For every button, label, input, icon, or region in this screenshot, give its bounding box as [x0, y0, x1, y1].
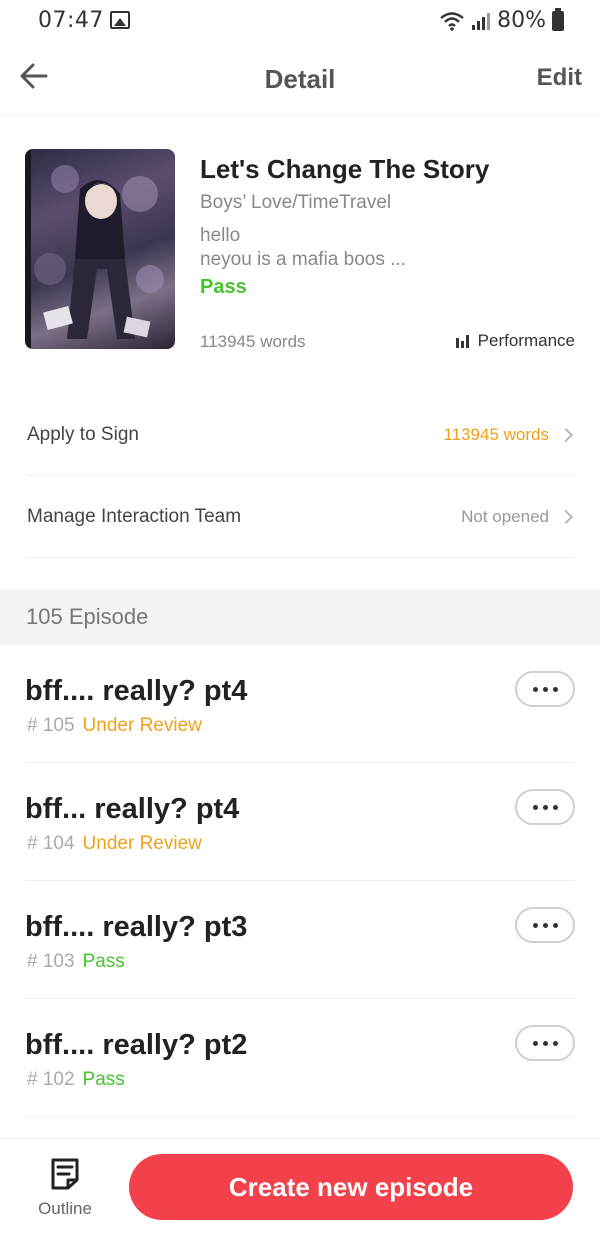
manage-interaction-team-value: Not opened	[461, 506, 549, 526]
create-new-episode-button[interactable]: Create new episode	[129, 1154, 573, 1220]
episode-item[interactable]: bff.... really? pt2 # 102 Pass	[25, 999, 575, 1117]
image-notification-icon	[110, 11, 130, 29]
book-cover[interactable]	[25, 149, 175, 349]
battery-icon	[552, 7, 564, 31]
apply-to-sign-row[interactable]: Apply to Sign 113945 words	[27, 394, 575, 476]
more-options-button[interactable]	[515, 907, 575, 943]
episodes-header: 105 Episode	[0, 590, 600, 645]
book-genre: Boys’ Love/TimeTravel	[200, 192, 392, 213]
book-word-count: 113945 words	[200, 332, 306, 351]
cover-art-image	[25, 149, 164, 349]
episode-number: # 105	[27, 715, 75, 736]
episode-meta: # 103 Pass	[27, 951, 125, 973]
more-options-button[interactable]	[515, 789, 575, 825]
signal-icon	[472, 12, 491, 30]
more-dots-icon	[532, 922, 538, 928]
book-info: Let's Change The Story Boys’ Love/TimeTr…	[0, 116, 600, 376]
more-options-button[interactable]	[515, 671, 575, 707]
episodes-count: 105 Episode	[26, 604, 149, 629]
bar-chart-icon	[455, 334, 469, 348]
episode-item[interactable]: bff.... really? pt4 # 105 Under Review	[25, 645, 575, 763]
row-right: Not opened	[461, 507, 575, 527]
episode-status: Under Review	[82, 833, 202, 854]
outline-label: Outline	[38, 1199, 92, 1218]
book-title: Let's Change The Story	[200, 154, 490, 184]
page-title: Detail	[264, 64, 336, 94]
episode-title: bff.... really? pt2	[25, 1029, 248, 1061]
description-line: neyou is a mafia boos ...	[200, 249, 406, 270]
more-dots-icon	[532, 686, 538, 692]
status-right: 80%	[439, 7, 564, 33]
more-dots-icon	[532, 804, 538, 810]
edit-button[interactable]: Edit	[537, 64, 582, 92]
more-dots-icon	[552, 922, 558, 928]
episode-status: Pass	[82, 1069, 125, 1090]
performance-button[interactable]: Performance	[455, 331, 575, 351]
episode-title: bff.... really? pt3	[25, 911, 248, 943]
book-status-badge: Pass	[200, 276, 247, 298]
more-dots-icon	[542, 686, 548, 692]
battery-text: 80%	[497, 8, 546, 33]
performance-label: Performance	[477, 331, 575, 350]
book-description: hello neyou is a mafia boos ...	[200, 224, 430, 272]
more-dots-icon	[532, 1040, 538, 1046]
episode-meta: # 102 Pass	[27, 1069, 125, 1091]
header: Detail Edit	[0, 42, 600, 116]
more-dots-icon	[552, 1040, 558, 1046]
more-dots-icon	[552, 804, 558, 810]
episode-status: Under Review	[82, 715, 202, 736]
more-dots-icon	[542, 922, 548, 928]
chevron-right-icon	[558, 427, 574, 442]
manage-interaction-team-label: Manage Interaction Team	[27, 505, 242, 527]
description-line: hello	[200, 225, 241, 246]
bottom-bar: Outline Create new episode	[0, 1138, 600, 1233]
episode-meta: # 104 Under Review	[27, 833, 202, 855]
chevron-right-icon	[558, 509, 574, 524]
episode-item[interactable]: bff... really? pt4 # 104 Under Review	[25, 763, 575, 881]
episode-number: # 102	[27, 1069, 75, 1090]
episode-status: Pass	[82, 951, 125, 972]
apply-to-sign-label: Apply to Sign	[27, 423, 139, 445]
more-dots-icon	[542, 1040, 548, 1046]
episode-number: # 103	[27, 951, 75, 972]
wifi-icon	[440, 11, 464, 31]
episode-title: bff.... really? pt4	[25, 675, 248, 707]
outline-button[interactable]: Outline	[30, 1157, 100, 1227]
episode-item[interactable]: bff.... really? pt3 # 103 Pass	[25, 881, 575, 999]
status-bar: 07:47 80%	[0, 0, 600, 42]
episode-meta: # 105 Under Review	[27, 715, 202, 737]
apply-to-sign-value: 113945 words	[443, 424, 549, 444]
row-right: 113945 words	[443, 425, 575, 445]
more-dots-icon	[552, 686, 558, 692]
status-time: 07:47	[38, 8, 104, 33]
episode-number: # 104	[27, 833, 75, 854]
outline-icon	[51, 1158, 79, 1190]
more-dots-icon	[542, 804, 548, 810]
episode-title: bff... really? pt4	[25, 793, 240, 825]
more-options-button[interactable]	[515, 1025, 575, 1061]
manage-interaction-team-row[interactable]: Manage Interaction Team Not opened	[27, 476, 575, 558]
